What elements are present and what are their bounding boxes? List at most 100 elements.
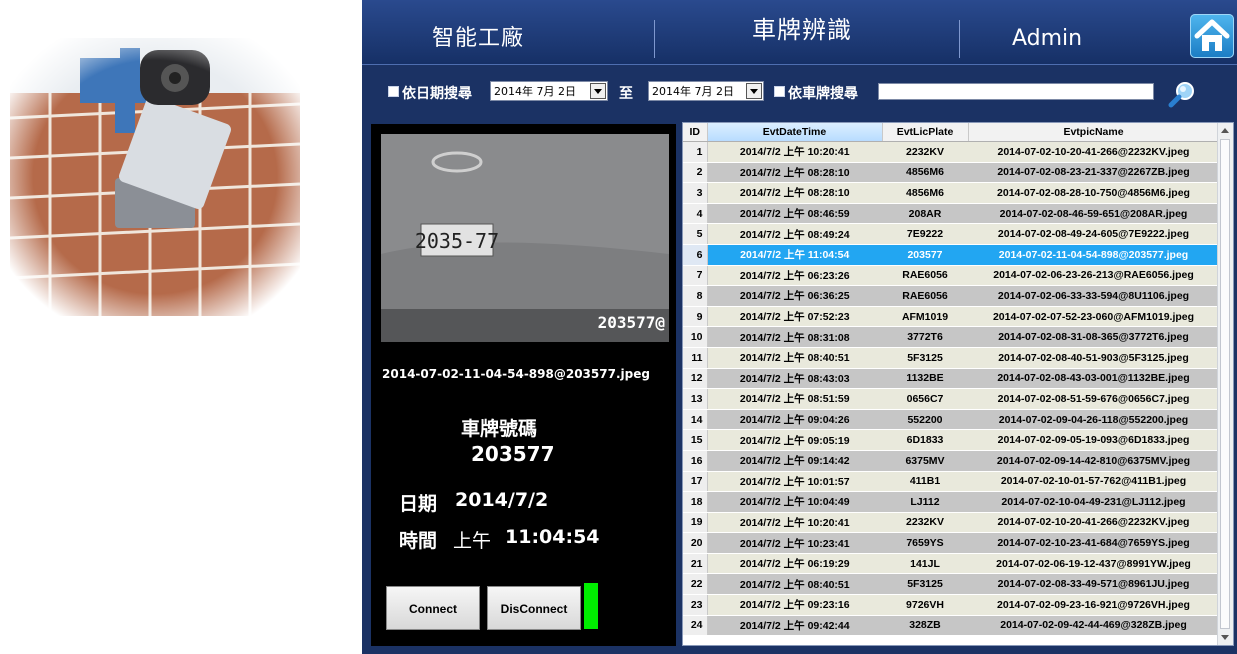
row-plate: AFM1019 [882,306,968,328]
row-id: 23 [683,594,708,616]
row-picname: 2014-07-02-09-14-42-810@6375MV.jpeg [968,450,1219,472]
header-bar: 智能工廠 車牌辨識 Admin [362,0,1237,65]
table-row[interactable]: 7 2014/7/2 上午 06:23:26 RAE6056 2014-07-02-0… [683,265,1219,287]
row-datetime: 2014/7/2 上午 09:14:42 [707,450,882,472]
table-row[interactable]: 8 2014/7/2 上午 06:36:25 RAE6056 2014-07-02-0… [683,285,1219,307]
row-id: 13 [683,388,708,410]
table-row[interactable]: 9 2014/7/2 上午 07:52:23 AFM1019 2014-07-02-0… [683,306,1219,328]
row-id: 16 [683,450,708,472]
image-filename: 2014-07-02-11-04-54-898@203577.jpeg [382,367,650,381]
date-to-picker[interactable]: 2014年 7月 2日 [648,81,764,101]
row-picname: 2014-07-02-10-20-41-266@2232KV.jpeg [968,141,1219,163]
date-search-checkbox[interactable] [388,86,399,97]
table-row[interactable]: 14 2014/7/2 上午 09:04:26 552200 2014-07-02-0… [683,409,1219,431]
disconnect-button[interactable]: DisConnect [487,586,581,630]
row-datetime: 2014/7/2 上午 09:23:16 [707,594,882,616]
row-datetime: 2014/7/2 上午 08:28:10 [707,182,882,204]
table-row[interactable]: 13 2014/7/2 上午 08:51:59 0656C7 2014-07-02-0… [683,388,1219,410]
table-row[interactable]: 24 2014/7/2 上午 09:42:44 328ZB 2014-07-02-09… [683,615,1219,637]
table-row[interactable]: 11 2014/7/2 上午 08:40:51 5F3125 2014-07-02-0… [683,347,1219,369]
date-value: 2014/7/2 [455,489,549,511]
table-row[interactable]: 18 2014/7/2 上午 10:04:49 LJ112 2014-07-02-10… [683,491,1219,513]
row-datetime: 2014/7/2 上午 08:51:59 [707,388,882,410]
plate-photo: 2035-77 203577@ [381,134,669,342]
table-header-row: ID EvtDateTime EvtLicPlate EvtpicName [683,123,1220,142]
row-picname: 2014-07-02-08-40-51-903@5F3125.jpeg [968,347,1219,369]
row-plate: 4856M6 [882,162,968,184]
photo-overlay-text: 203577@ [597,313,665,332]
plate-number-value: 203577 [471,442,555,466]
table-row[interactable]: 2 2014/7/2 上午 08:28:10 4856M6 2014-07-02-08… [683,162,1219,184]
scroll-down-icon[interactable] [1221,635,1229,640]
chevron-down-icon[interactable] [746,83,762,99]
scroll-thumb[interactable] [1220,139,1230,629]
search-icon[interactable] [1168,80,1196,108]
row-picname: 2014-07-02-06-19-12-437@8991YW.jpeg [968,553,1219,575]
scroll-up-icon[interactable] [1221,128,1229,133]
row-datetime: 2014/7/2 上午 10:20:41 [707,141,882,163]
row-datetime: 2014/7/2 上午 07:52:23 [707,306,882,328]
date-to-value: 2014年 7月 2日 [652,85,734,98]
column-header-datetime[interactable]: EvtDateTime [707,123,883,142]
user-name: Admin [1012,26,1083,51]
search-bar: 依日期搜尋 2014年 7月 2日 至 2014年 7月 2日 依車牌搜尋 [362,72,1237,110]
chevron-down-icon[interactable] [590,83,606,99]
row-plate: 9726VH [882,594,968,616]
home-button[interactable] [1190,14,1234,58]
row-id: 24 [683,615,708,637]
column-header-picname[interactable]: EvtpicName [968,123,1220,142]
connection-status-indicator [584,583,598,629]
row-datetime: 2014/7/2 上午 08:49:24 [707,223,882,245]
row-plate: 6D1833 [882,429,968,451]
row-picname: 2014-07-02-10-04-49-231@LJ112.jpeg [968,491,1219,513]
table-row[interactable]: 21 2014/7/2 上午 06:19:29 141JL 2014-07-02-06… [683,553,1219,575]
row-plate: 6375MV [882,450,968,472]
table-scrollbar[interactable] [1217,123,1233,645]
row-id: 3 [683,182,708,204]
row-plate: 0656C7 [882,388,968,410]
row-id: 1 [683,141,708,163]
plate-search-input[interactable] [878,83,1154,100]
row-datetime: 2014/7/2 上午 08:31:08 [707,326,882,348]
table-row[interactable]: 1 2014/7/2 上午 10:20:41 2232KV 2014-07-02-10… [683,141,1219,163]
home-icon [1194,19,1230,51]
plate-search-checkbox[interactable] [774,86,785,97]
row-datetime: 2014/7/2 上午 11:04:54 [707,244,882,266]
row-picname: 2014-07-02-07-52-23-060@AFM1019.jpeg [968,306,1219,328]
table-row[interactable]: 17 2014/7/2 上午 10:01:57 411B1 2014-07-02-10… [683,471,1219,493]
table-row[interactable]: 19 2014/7/2 上午 10:20:41 2232KV 2014-07-02-1… [683,512,1219,534]
table-row[interactable]: 22 2014/7/2 上午 08:40:51 5F3125 2014-07-02-0… [683,573,1219,596]
row-id: 9 [683,306,708,328]
time-label: 時間 [399,530,438,552]
date-from-picker[interactable]: 2014年 7月 2日 [490,81,608,101]
table-row[interactable]: 20 2014/7/2 上午 10:23:41 7659YS 2014-07-02-1… [683,532,1219,554]
app-title: 智能工廠 [432,26,525,51]
row-datetime: 2014/7/2 上午 08:46:59 [707,203,882,225]
row-datetime: 2014/7/2 上午 10:20:41 [707,512,882,534]
column-header-id[interactable]: ID [683,123,708,142]
table-row[interactable]: 12 2014/7/2 上午 08:43:03 1132BE 2014-07-02-0… [683,368,1219,390]
row-id: 8 [683,285,708,307]
row-datetime: 2014/7/2 上午 10:23:41 [707,532,882,554]
table-row[interactable]: 6 2014/7/2 上午 11:04:54 203577 2014-07-02-11… [683,244,1219,266]
table-row[interactable]: 16 2014/7/2 上午 09:14:42 6375MV 2014-07-02-0… [683,450,1219,472]
table-row[interactable]: 23 2014/7/2 上午 09:23:16 9726VH 2014-07-02-0… [683,594,1219,616]
row-picname: 2014-07-02-08-51-59-676@0656C7.jpeg [968,388,1219,410]
row-datetime: 2014/7/2 上午 09:42:44 [707,615,882,637]
row-plate: 203577 [882,244,968,266]
row-picname: 2014-07-02-09-05-19-093@6D1833.jpeg [968,429,1219,451]
table-row[interactable]: 15 2014/7/2 上午 09:05:19 6D1833 2014-07-02-0… [683,429,1219,451]
table-row[interactable]: 3 2014/7/2 上午 08:28:10 4856M6 2014-07-02-08… [683,182,1219,204]
connect-button[interactable]: Connect [386,586,480,630]
row-id: 15 [683,429,708,451]
photo-plate-text: 2035-77 [415,229,499,253]
date-label: 日期 [399,493,438,515]
row-id: 7 [683,265,708,287]
table-row[interactable]: 4 2014/7/2 上午 08:46:59 208AR 2014-07-02-08-… [683,203,1219,225]
row-plate: 3772T6 [882,326,968,348]
row-picname: 2014-07-02-08-49-24-605@7E9222.jpeg [968,223,1219,245]
table-row[interactable]: 5 2014/7/2 上午 08:49:24 7E9222 2014-07-02-08… [683,223,1219,245]
row-id: 11 [683,347,708,369]
table-row[interactable]: 10 2014/7/2 上午 08:31:08 3772T6 2014-07-02-0… [683,326,1219,348]
column-header-plate[interactable]: EvtLicPlate [882,123,969,142]
